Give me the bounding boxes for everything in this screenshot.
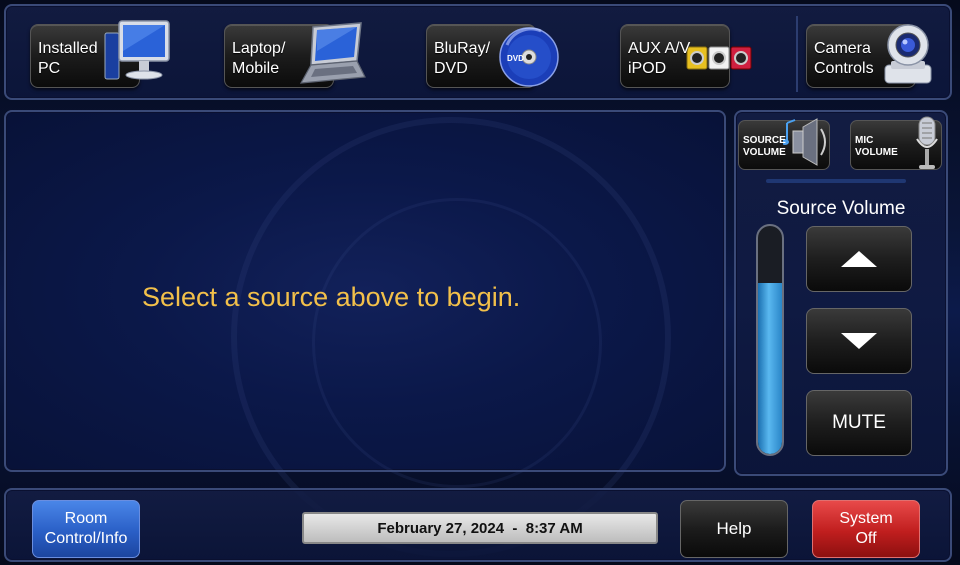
installed-pc-label: Installed PC <box>38 40 98 77</box>
system-off-button[interactable]: System Off <box>812 500 920 558</box>
volume-level-fill <box>758 283 782 454</box>
ptz-camera-icon <box>884 24 932 84</box>
installed-pc-button[interactable]: Installed PC <box>30 20 170 88</box>
laptop-mobile-label: Laptop/ Mobile <box>232 40 286 77</box>
mute-button[interactable]: MUTE <box>806 390 912 456</box>
desktop-pc-icon <box>104 20 170 80</box>
datetime-display: February 27, 2024 - 8:37 AM <box>302 512 658 544</box>
mic-volume-label: MIC VOLUME <box>855 135 898 158</box>
source-selection-bar: Installed PC Laptop/ Mobile BluRay/ DVD <box>4 4 952 100</box>
room-control-info-button[interactable]: Room Control/Info <box>32 500 140 558</box>
main-content-area: Select a source above to begin. <box>4 110 726 557</box>
system-off-label: System Off <box>839 510 893 547</box>
camera-controls-label: Camera Controls <box>814 40 874 77</box>
room-control-info-label: Room Control/Info <box>44 510 128 547</box>
laptop-mobile-button[interactable]: Laptop/ Mobile <box>224 22 366 88</box>
laptop-icon <box>299 22 366 84</box>
disc-icon: DVD <box>499 27 559 87</box>
up-arrow-icon <box>841 251 877 267</box>
volume-level-meter <box>756 224 784 456</box>
toolbar-divider <box>796 16 798 92</box>
help-label: Help <box>716 519 752 538</box>
volume-panel-separator <box>766 179 906 183</box>
camera-controls-button[interactable]: Camera Controls <box>806 24 932 88</box>
speaker-music-icon <box>783 118 826 166</box>
bluray-dvd-label: BluRay/ DVD <box>434 40 491 77</box>
microphone-icon <box>916 116 938 169</box>
source-volume-button[interactable]: SOURCE VOLUME <box>738 118 830 170</box>
volume-panel: SOURCE VOLUME MIC VOLUME Source Volume M… <box>734 110 948 476</box>
mute-label: MUTE <box>832 412 886 433</box>
volume-down-button[interactable] <box>806 308 912 374</box>
aux-av-ipod-button[interactable]: AUX A/V iPOD <box>620 24 752 88</box>
select-source-prompt: Select a source above to begin. <box>142 282 521 312</box>
down-arrow-icon <box>841 333 877 349</box>
help-button[interactable]: Help <box>680 500 788 558</box>
svg-text:DVD: DVD <box>507 54 524 63</box>
aux-av-ipod-label: AUX A/V iPOD <box>628 40 691 77</box>
source-volume-title: Source Volume <box>776 198 906 219</box>
source-volume-label: SOURCE VOLUME <box>743 135 786 158</box>
footer-bar: Room Control/Info February 27, 2024 - 8:… <box>4 488 952 562</box>
mic-volume-button[interactable]: MIC VOLUME <box>850 116 942 170</box>
bluray-dvd-button[interactable]: BluRay/ DVD DVD <box>426 24 559 88</box>
av-connectors-icon <box>686 46 752 70</box>
volume-up-button[interactable] <box>806 226 912 292</box>
datetime-text: February 27, 2024 - 8:37 AM <box>377 519 583 537</box>
